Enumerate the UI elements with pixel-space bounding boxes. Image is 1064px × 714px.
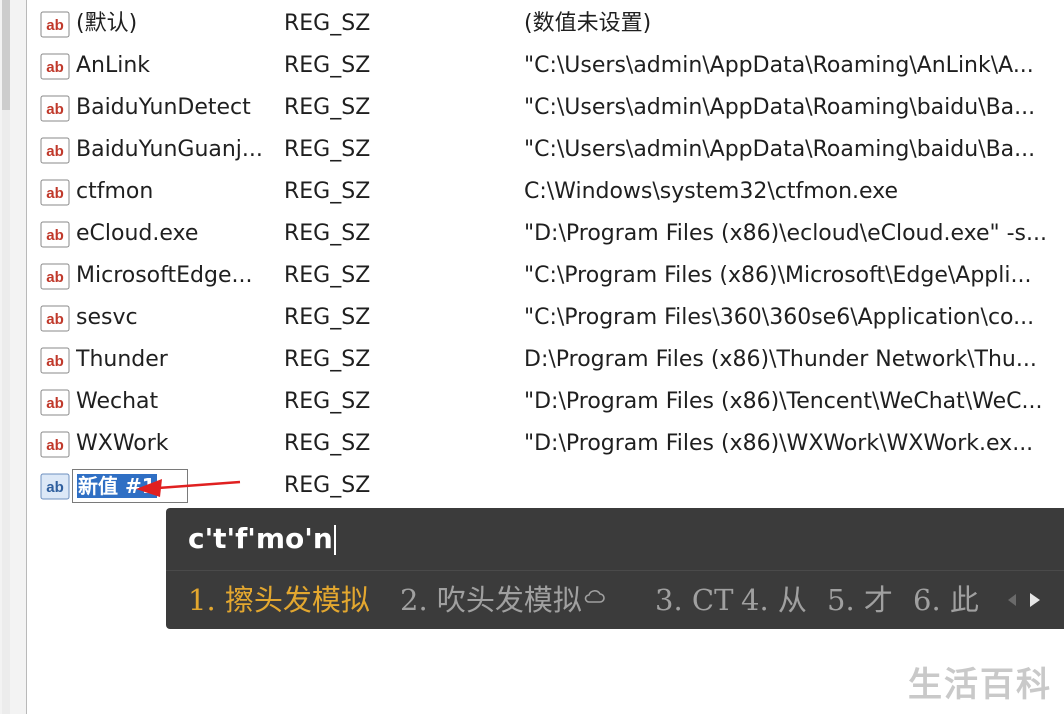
- svg-text:ab: ab: [46, 227, 64, 244]
- text-caret: [333, 525, 336, 555]
- value-name: Wechat: [76, 389, 159, 414]
- value-name: BaiduYunGuanj...: [76, 137, 263, 162]
- string-value-icon: ab: [40, 347, 70, 374]
- value-name: (默认): [76, 11, 138, 36]
- ime-candidate-3[interactable]: 3. CT: [655, 580, 733, 620]
- value-data: "D:\Program Files (x86)\ecloud\eCloud.ex…: [524, 221, 1047, 246]
- watermark-text: 生活百科: [908, 665, 1052, 705]
- value-type: REG_SZ: [284, 221, 371, 246]
- string-value-icon: ab: [40, 53, 70, 80]
- svg-text:ab: ab: [46, 143, 64, 160]
- string-value-icon: ab: [40, 221, 70, 248]
- value-type: REG_SZ: [284, 179, 371, 204]
- value-name: MicrosoftEdge...: [76, 263, 253, 288]
- value-data: "C:\Program Files (x86)\Microsoft\Edge\A…: [524, 263, 1032, 288]
- value-data: "D:\Program Files (x86)\Tencent\WeChat\W…: [524, 389, 1043, 414]
- value-name: WXWork: [76, 431, 169, 456]
- red-pointer-arrow-icon: [136, 479, 241, 497]
- value-type: REG_SZ: [284, 53, 371, 78]
- value-name: ctfmon: [76, 179, 154, 204]
- string-value-icon: ab: [40, 179, 70, 206]
- string-value-icon: ab: [40, 305, 70, 332]
- value-type: REG_SZ: [284, 11, 371, 36]
- value-data: "C:\Users\admin\AppData\Roaming\AnLink\A…: [524, 53, 1034, 78]
- value-type: REG_SZ: [284, 431, 371, 456]
- string-value-icon: ab: [40, 263, 70, 290]
- svg-text:ab: ab: [46, 479, 64, 496]
- svg-text:ab: ab: [46, 59, 64, 76]
- registry-value-row[interactable]: ab eCloud.exe REG_SZ "D:\Program Files (…: [28, 213, 1064, 255]
- value-type: REG_SZ: [284, 263, 371, 288]
- ime-candidate-2[interactable]: 2. 吹头发模拟: [400, 580, 606, 620]
- value-name: eCloud.exe: [76, 221, 199, 246]
- svg-text:ab: ab: [46, 269, 64, 286]
- registry-value-row[interactable]: ab AnLink REG_SZ "C:\Users\admin\AppData…: [28, 45, 1064, 87]
- svg-text:ab: ab: [46, 311, 64, 328]
- string-value-icon: ab: [40, 95, 70, 122]
- svg-text:ab: ab: [46, 353, 64, 370]
- value-name: Thunder: [76, 347, 168, 372]
- registry-value-row[interactable]: ab BaiduYunGuanj... REG_SZ "C:\Users\adm…: [28, 129, 1064, 171]
- registry-value-row[interactable]: ab (默认) REG_SZ (数值未设置): [28, 3, 1064, 45]
- ime-page-nav-icon[interactable]: [1002, 588, 1046, 612]
- registry-value-row[interactable]: ab WXWork REG_SZ "D:\Program Files (x86)…: [28, 423, 1064, 465]
- registry-value-row[interactable]: ab ctfmon REG_SZ C:\Windows\system32\ctf…: [28, 171, 1064, 213]
- svg-text:ab: ab: [46, 17, 64, 34]
- value-data: "C:\Users\admin\AppData\Roaming\baidu\Ba…: [524, 95, 1036, 120]
- value-data: "C:\Users\admin\AppData\Roaming\baidu\Ba…: [524, 137, 1036, 162]
- value-type: REG_SZ: [284, 389, 371, 414]
- ime-candidate-window: c't'f'mo'n 1. 擦头发模拟 2. 吹头发模拟 3. CT 4. 从 …: [166, 508, 1064, 629]
- value-type: REG_SZ: [284, 473, 371, 498]
- registry-value-row[interactable]: ab Thunder REG_SZ D:\Program Files (x86)…: [28, 339, 1064, 381]
- svg-text:ab: ab: [46, 185, 64, 202]
- ime-candidate-1[interactable]: 1. 擦头发模拟: [188, 580, 370, 620]
- ime-candidate-4[interactable]: 4. 从: [741, 580, 807, 620]
- value-type: REG_SZ: [284, 305, 371, 330]
- string-value-icon: ab: [40, 11, 70, 38]
- tree-pane-edge: [0, 0, 27, 714]
- string-value-icon: ab: [40, 473, 70, 500]
- value-name: AnLink: [76, 53, 151, 78]
- value-type: REG_SZ: [284, 137, 371, 162]
- registry-value-row[interactable]: ab MicrosoftEdge... REG_SZ "C:\Program F…: [28, 255, 1064, 297]
- value-type: REG_SZ: [284, 95, 371, 120]
- registry-value-row[interactable]: ab sesvc REG_SZ "C:\Program Files\360\36…: [28, 297, 1064, 339]
- tree-scrollbar-thumb[interactable]: [2, 0, 10, 110]
- value-name: sesvc: [76, 305, 138, 330]
- ime-divider: [166, 570, 1064, 571]
- ime-candidate-6[interactable]: 6. 此: [913, 580, 979, 620]
- svg-text:ab: ab: [46, 395, 64, 412]
- value-data: D:\Program Files (x86)\Thunder Network\T…: [524, 347, 1037, 372]
- registry-value-row[interactable]: ab BaiduYunDetect REG_SZ "C:\Users\admin…: [28, 87, 1064, 129]
- value-data: "C:\Program Files\360\360se6\Application…: [524, 305, 1035, 330]
- ime-composition-text: c't'f'mo'n: [188, 520, 336, 558]
- ime-candidate-5[interactable]: 5. 才: [827, 580, 893, 620]
- registry-value-row[interactable]: ab Wechat REG_SZ "D:\Program Files (x86)…: [28, 381, 1064, 423]
- string-value-icon: ab: [40, 431, 70, 458]
- value-name: BaiduYunDetect: [76, 95, 251, 120]
- svg-text:ab: ab: [46, 101, 64, 118]
- value-data: "D:\Program Files (x86)\WXWork\WXWork.ex…: [524, 431, 1034, 456]
- value-data: C:\Windows\system32\ctfmon.exe: [524, 179, 899, 204]
- cloud-icon: [584, 590, 605, 603]
- value-type: REG_SZ: [284, 347, 371, 372]
- value-data: (数值未设置): [524, 11, 652, 36]
- svg-text:ab: ab: [46, 437, 64, 454]
- string-value-icon: ab: [40, 137, 70, 164]
- string-value-icon: ab: [40, 389, 70, 416]
